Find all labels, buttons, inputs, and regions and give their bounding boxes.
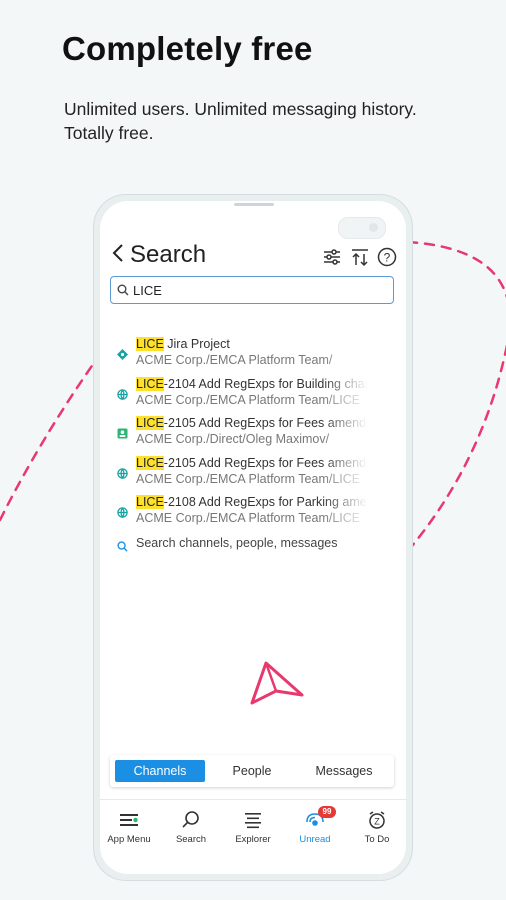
svg-text:?: ? [384,251,391,265]
result-path: ACME Corp./EMCA Platform Team/LICE [136,511,361,525]
result-path: ACME Corp./EMCA Platform Team/LICE [136,392,361,407]
tab-label: Explorer [235,834,271,845]
app-menu-icon [119,810,139,830]
globe-icon [117,505,128,519]
result-title: LICE-2105 Add RegExps for Fees amendment… [136,455,368,470]
result-title-rest: -2105 Add RegExps for Fees amendments [163,416,368,430]
tab-label: App Menu [107,834,151,845]
search-icon [117,283,129,301]
bottom-tab-bar: App Menu Search Explorer 99 Unread Z To … [100,799,406,860]
result-item[interactable]: LICE Jira Project ACME Corp./EMCA Platfo… [100,335,406,375]
tab-unread[interactable]: 99 Unread [286,806,344,854]
person-card-icon [117,426,128,439]
result-title-rest: -2108 Add RegExps for Parking amendments [163,495,368,509]
phone-camera [338,217,386,239]
diamond-project-icon [117,347,128,360]
result-title-rest: -2104 Add RegExps for Building character… [163,376,368,391]
result-item[interactable]: LICE-2108 Add RegExps for Parking amendm… [100,493,406,533]
match-highlight: LICE [136,376,164,391]
search-field[interactable] [110,276,394,304]
phone-screen: Search ? LICE LICE Jira Project ACME Cor… [100,201,406,874]
search-scope-segmented-control: Channels People Messages [110,755,394,787]
match-highlight: LICE [136,495,164,509]
result-title: LICE Jira Project [136,337,368,351]
tab-label: To Do [364,834,390,845]
filter-sliders-icon[interactable] [322,247,342,267]
match-highlight: LICE [136,337,164,351]
tab-search[interactable]: Search [162,808,220,854]
search-everywhere-label: Search channels, people, messages [136,535,338,550]
result-path: ACME Corp./EMCA Platform Team/ [136,353,333,367]
result-item[interactable]: LICE-2105 Add RegExps for Fees amendment… [100,454,406,494]
search-icon [181,810,201,830]
phone-frame: Search ? LICE LICE Jira Project ACME Cor… [94,195,412,880]
left-dashed-curve [0,358,98,522]
sort-icon[interactable] [350,247,370,267]
result-title-rest: Jira Project [163,337,230,351]
globe-icon [117,387,128,400]
result-title: LICE-2104 Add RegExps for Building chara… [136,376,368,391]
segment-messages[interactable]: Messages [300,760,388,782]
svg-text:Z: Z [374,817,380,827]
explorer-list-icon [243,810,263,830]
phone-speaker [234,203,274,206]
paper-plane-icon [250,661,304,705]
match-highlight: LICE [136,455,164,470]
result-item[interactable]: LICE-2104 Add RegExps for Building char a… [100,375,406,415]
result-path: ACME Corp./Direct/Oleg Maximov/ [136,432,330,446]
search-icon [117,539,128,557]
chevron-left-icon[interactable] [112,243,128,265]
tab-label: Unread [299,834,331,845]
alarm-clock-icon: Z [367,810,387,830]
search-everywhere-item[interactable]: Search channels, people, messages [100,533,406,557]
search-input[interactable] [133,280,373,300]
screen-title: Search [130,241,207,268]
match-highlight: LICE [136,416,164,430]
segment-channels[interactable]: Channels [115,760,205,782]
help-icon[interactable]: ? [377,247,397,267]
result-item[interactable]: LICE-2105 Add RegExps for Fees amendment… [100,414,406,454]
result-path: ACME Corp./EMCA Platform Team/LICE [136,471,361,486]
segment-people[interactable]: People [210,760,294,782]
tab-to-do[interactable]: Z To Do [348,808,406,854]
tab-label: Search [175,834,207,845]
search-results-list: LICE Jira Project ACME Corp./EMCA Platfo… [100,335,406,557]
tab-app-menu[interactable]: App Menu [100,808,158,854]
unread-count-badge: 99 [318,806,336,818]
result-title: LICE-2105 Add RegExps for Fees amendment… [136,416,368,430]
result-title: LICE-2108 Add RegExps for Parking amendm… [136,495,368,509]
tab-explorer[interactable]: Explorer [224,808,282,854]
headline: Completely free [62,30,313,67]
result-title-rest: -2105 Add RegExps for Fees amendments [163,455,368,470]
globe-icon [117,466,128,479]
subtitle: Unlimited users. Unlimited messaging his… [64,99,417,143]
